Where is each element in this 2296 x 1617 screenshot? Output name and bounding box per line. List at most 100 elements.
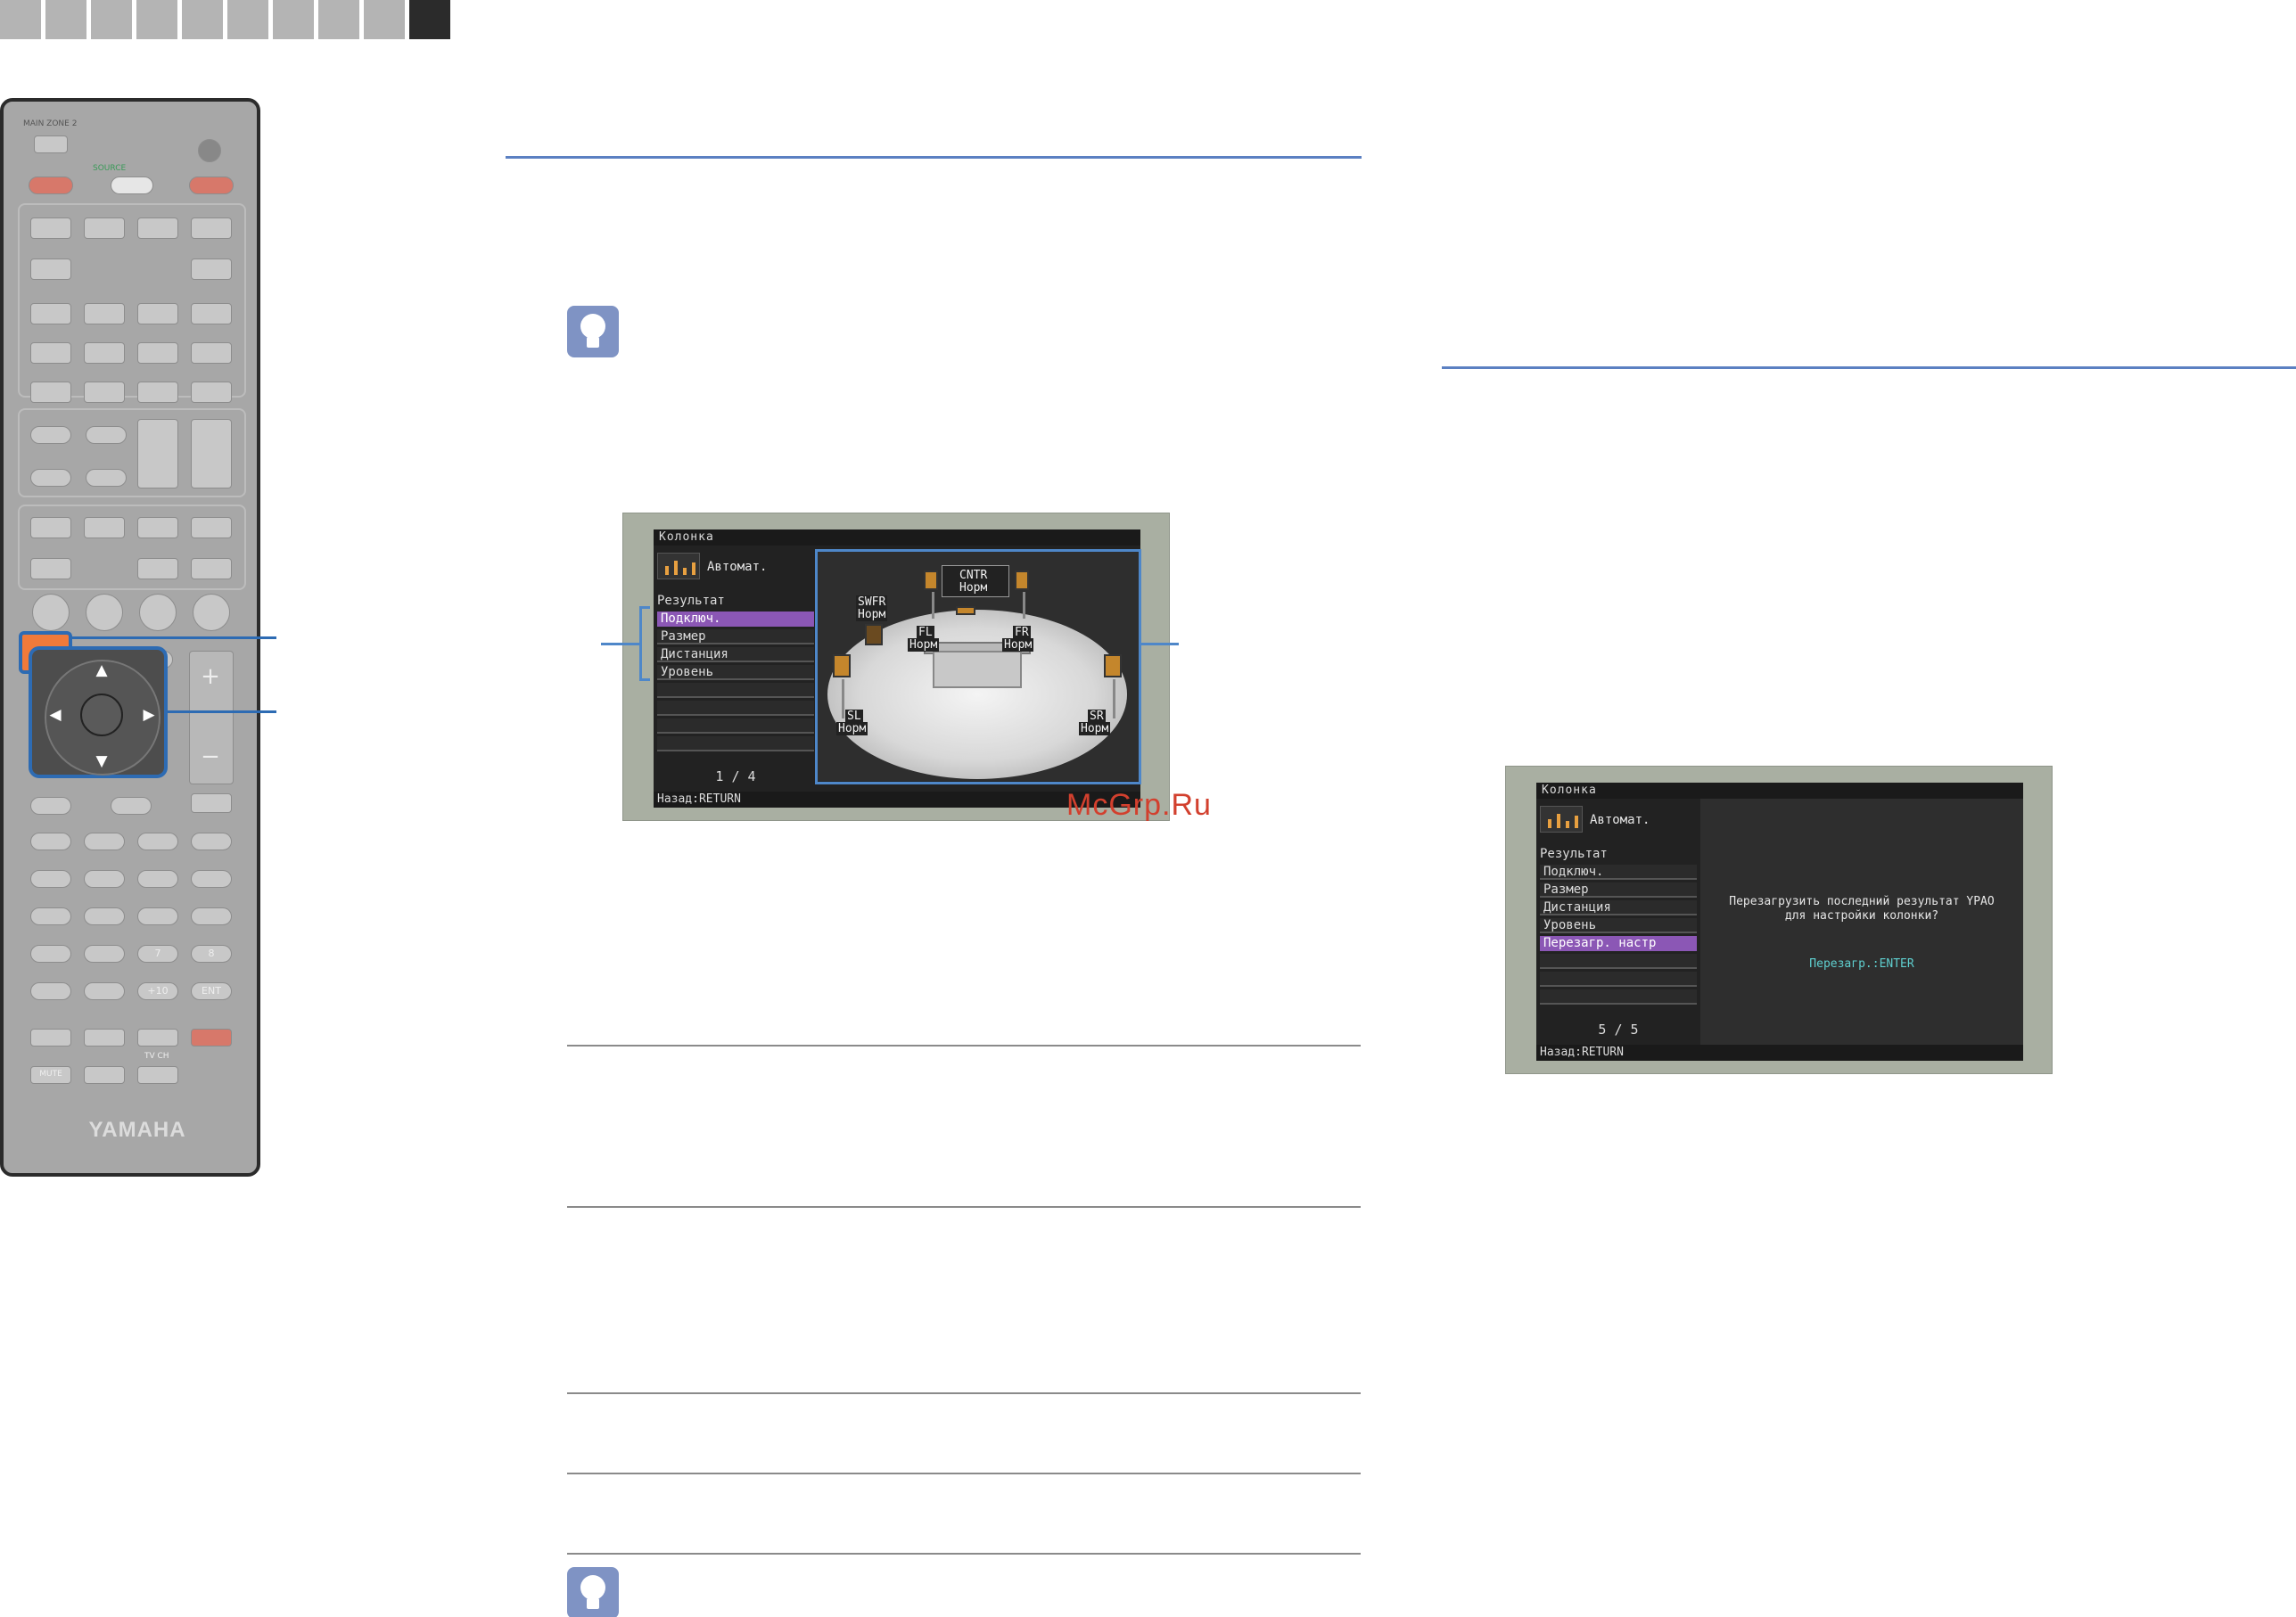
preset-rocker: [191, 419, 232, 488]
osd-header: Колонка: [654, 529, 1140, 546]
input-button: [84, 382, 125, 403]
hint-lightbulb-icon: [567, 1567, 619, 1617]
chapter-tab[interactable]: [45, 0, 86, 39]
scene-button: [139, 594, 177, 631]
tv-ch-plus-button: [137, 1029, 178, 1047]
osd-auto-label: Автомат.: [1590, 813, 1650, 827]
sound-button: [191, 558, 232, 579]
osd-menu-item[interactable]: Перезагр. настр: [1540, 936, 1697, 951]
input-button: [30, 342, 71, 364]
chapter-tabs: [0, 0, 455, 39]
tv-ch-minus-button: [137, 1066, 178, 1084]
callout-line: [71, 636, 276, 639]
stop-button: [84, 833, 125, 850]
callout-line: [601, 643, 639, 645]
mute-label: MUTE: [39, 1070, 62, 1079]
number-button: [137, 907, 178, 925]
chapter-tab[interactable]: [182, 0, 223, 39]
top-menu-button: [191, 793, 232, 813]
sound-button: [30, 517, 71, 538]
osd-footer: Назад:RETURN: [1536, 1045, 2023, 1061]
play-button: [191, 833, 232, 850]
number-button: [84, 982, 125, 1000]
chapter-tab[interactable]: [0, 0, 41, 39]
callout-line: [1141, 643, 1179, 645]
osd-menu-item-empty: [657, 701, 814, 716]
program-rocker: [137, 419, 178, 488]
number-button: [191, 907, 232, 925]
chapter-tab[interactable]: [227, 0, 268, 39]
chapter-tab-current[interactable]: [409, 0, 450, 39]
main-power-button: [29, 176, 73, 194]
mode-button: [30, 469, 71, 487]
ir-window: [198, 139, 221, 162]
transport-button: [30, 833, 71, 850]
enter-key: [80, 694, 123, 736]
number-7-button: 7: [137, 945, 178, 963]
hint-lightbulb-icon: [567, 306, 619, 357]
osd-auto-label: Автомат.: [707, 560, 768, 574]
tv-input-button: [30, 1029, 71, 1047]
osd-menu-item[interactable]: Уровень: [1540, 918, 1697, 933]
plus10-label: +10: [147, 985, 169, 997]
arrow-down-icon: ▼: [95, 752, 108, 770]
osd-menu-item-empty: [1540, 989, 1697, 1005]
plus10-button: +10: [137, 982, 178, 1000]
osd-menu-item[interactable]: Размер: [1540, 882, 1697, 898]
input-button: [84, 218, 125, 239]
speaker-view-highlight: [815, 549, 1141, 784]
osd-result-title: Результат: [657, 594, 725, 608]
osd-menu-item-empty: [1540, 954, 1697, 969]
input-button: [191, 382, 232, 403]
osd-page-indicator: 5 / 5: [1598, 1022, 1639, 1038]
mute-button: MUTE: [30, 1066, 71, 1084]
arrow-right-icon: ▶: [143, 706, 155, 724]
input-button: [30, 218, 71, 239]
chapter-tab[interactable]: [91, 0, 132, 39]
input-button: [137, 303, 178, 324]
watermark: McGrp.Ru: [1066, 788, 1212, 822]
arrow-up-icon: ▲: [95, 661, 108, 679]
table-rule: [567, 1473, 1361, 1474]
sound-button: [30, 558, 71, 579]
zone-switch: [34, 135, 68, 153]
menu-bracket: [639, 606, 650, 681]
sound-button: [137, 517, 178, 538]
return-button: [30, 797, 71, 815]
chapter-tab[interactable]: [273, 0, 314, 39]
osd-menu-item[interactable]: Подключ.: [1540, 865, 1697, 880]
mode-button: [86, 469, 127, 487]
input-button: [30, 259, 71, 280]
callout-line: [168, 710, 276, 713]
zone-power-button: [189, 176, 234, 194]
osd-menu-item[interactable]: Уровень: [657, 665, 814, 680]
table-rule: [567, 1045, 1361, 1047]
tv-vol-minus-button: [84, 1066, 125, 1084]
number-button: [30, 907, 71, 925]
yamaha-logo: YAMAHA: [88, 1118, 186, 1142]
osd-menu-item-empty: [657, 683, 814, 698]
ypao-icon: [657, 553, 700, 579]
chapter-tab[interactable]: [364, 0, 405, 39]
osd-header: Колонка: [1536, 783, 2023, 799]
osd-menu-item[interactable]: Подключ.: [657, 612, 814, 627]
input-button: [191, 259, 232, 280]
sound-button: [84, 517, 125, 538]
chapter-tab[interactable]: [136, 0, 177, 39]
display-button: [111, 797, 152, 815]
number-8-label: 8: [208, 948, 215, 959]
ent-label: ENT: [202, 985, 221, 997]
arrow-left-icon: ◀: [49, 706, 62, 724]
chapter-tab[interactable]: [318, 0, 359, 39]
rewind-button: [137, 870, 178, 888]
tv-ch-label: TV CH: [144, 1052, 169, 1061]
osd-menu-item[interactable]: Дистанция: [657, 647, 814, 662]
osd-menu-item[interactable]: Размер: [657, 629, 814, 644]
reload-message-line2: для настройки колонки?: [1784, 909, 1939, 923]
osd-menu-item[interactable]: Дистанция: [1540, 900, 1697, 915]
volume-minus-glyph: −: [201, 743, 220, 770]
source-power-button: [111, 176, 153, 194]
section-rule: [1442, 366, 2296, 369]
ent-button: ENT: [191, 982, 232, 1000]
input-button: [137, 218, 178, 239]
